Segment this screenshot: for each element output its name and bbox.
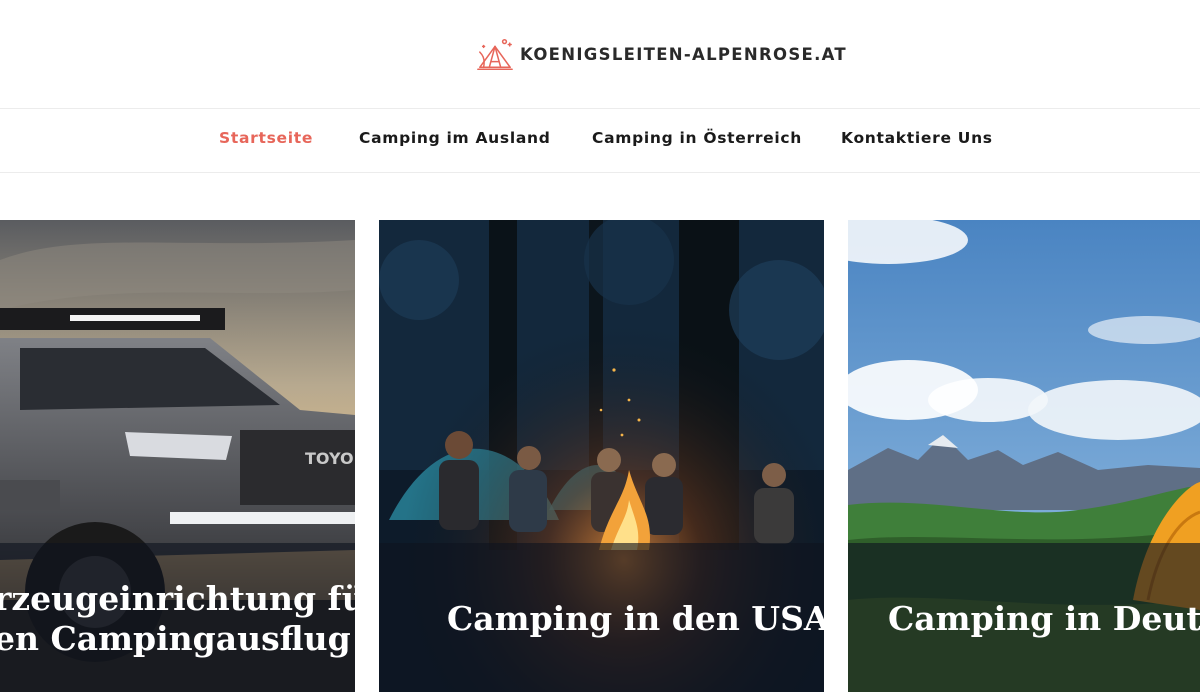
site-title: KOENIGSLEITEN-ALPENROSE.AT: [520, 44, 847, 64]
post-title[interactable]: Camping in den USA: [447, 598, 824, 639]
post-title-line2[interactable]: en Campingausflug: [0, 618, 351, 659]
nav-item-camping-in-oesterreich[interactable]: Camping in Österreich: [592, 129, 802, 147]
svg-text:TOYO: TOYO: [305, 449, 354, 468]
site-header: KOENIGSLEITEN-ALPENROSE.AT: [0, 0, 1200, 108]
post-card-camping-deutschland[interactable]: Camping in Deutschla: [848, 220, 1200, 692]
camping-tent-icon: [477, 38, 513, 70]
nav-item-kontaktiere-uns[interactable]: Kontaktiere Uns: [841, 129, 993, 147]
site-logo-link[interactable]: KOENIGSLEITEN-ALPENROSE.AT: [476, 34, 847, 74]
main-nav: Startseite Camping im Ausland Camping in…: [0, 109, 1200, 172]
post-title[interactable]: rzeugeinrichtung für: [0, 578, 355, 619]
nav-item-camping-im-ausland[interactable]: Camping im Ausland: [359, 129, 551, 147]
nav-item-startseite[interactable]: Startseite: [219, 129, 313, 147]
post-title[interactable]: Camping in Deutschla: [888, 598, 1200, 639]
post-card-fahrzeugeinrichtung[interactable]: TOYO rzeugeinrichtung für en Campingausf…: [0, 220, 355, 692]
post-card-camping-usa[interactable]: Camping in den USA: [379, 220, 824, 692]
nav-divider: [0, 172, 1200, 173]
